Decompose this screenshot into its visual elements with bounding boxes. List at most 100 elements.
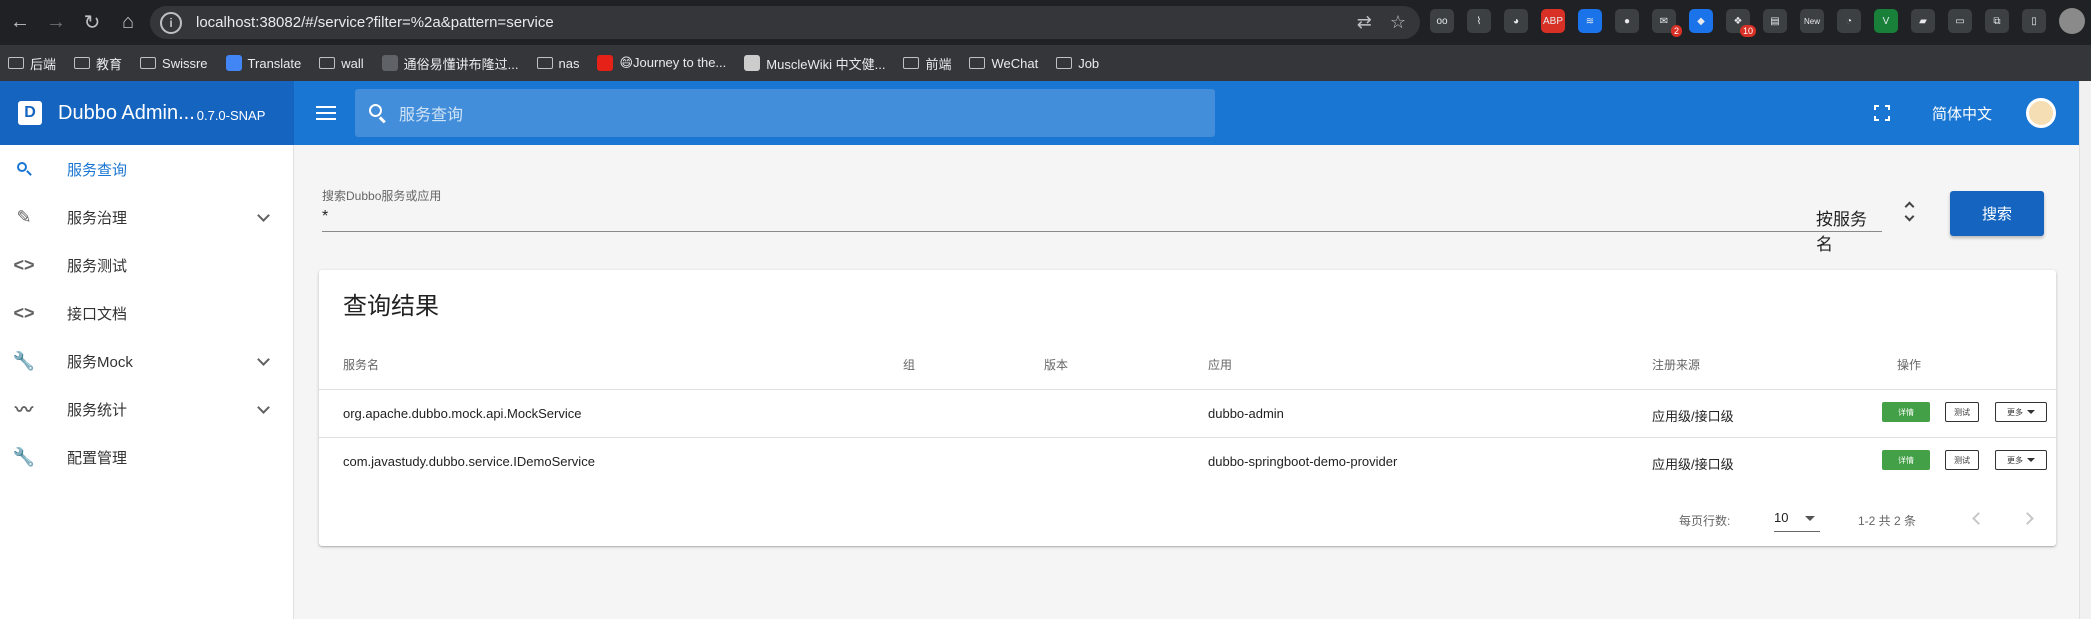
adblock-icon[interactable]: ABP	[1541, 9, 1565, 33]
chevron-down-icon	[257, 403, 269, 415]
header-search-input[interactable]: 服务查询	[355, 89, 1215, 137]
next-page-icon[interactable]	[2023, 512, 2035, 524]
cookie-icon[interactable]: ◔	[1837, 9, 1861, 33]
column-header-application[interactable]: 应用	[1208, 356, 1232, 373]
bookmark-star-icon[interactable]: ☆	[1390, 12, 1406, 33]
extension-icon[interactable]: ≋	[1578, 9, 1602, 33]
bookmark-link[interactable]: MuscleWiki 中文健...	[744, 54, 885, 73]
extension-icon[interactable]: ◆	[1689, 9, 1713, 33]
extensions-bar: oo ⌇ ◕ ABP ≋ ● ✉ 2 ◆ ❖ 10 ▤ New ◔ V ▰ ▭ ⧉ …	[1430, 8, 2091, 37]
rows-per-page-label: 每页行数:	[1679, 514, 1731, 528]
extension-icon[interactable]: ●	[1615, 9, 1639, 33]
column-header-group[interactable]: 组	[903, 356, 915, 373]
translate-favicon	[225, 55, 242, 71]
test-button[interactable]: 测试	[1945, 402, 1979, 422]
back-icon[interactable]: ←	[2, 5, 38, 41]
results-card: 查询结果 服务名 组 版本 应用 注册来源 操作 org.apache.dubb…	[319, 270, 2056, 546]
page-info: 1-2 共 2 条	[1858, 514, 1917, 528]
profile-avatar[interactable]	[2059, 8, 2085, 34]
column-header-registry-source[interactable]: 注册来源	[1652, 356, 1700, 373]
bookmark-link[interactable]: 😄Journey to the...	[597, 55, 726, 71]
column-header-service[interactable]: 服务名	[343, 356, 379, 373]
bookmark-link[interactable]: Translate	[225, 55, 301, 71]
search-field-label: 搜索Dubbo服务或应用	[322, 189, 442, 203]
detail-button[interactable]: 详情	[1882, 402, 1930, 422]
sidebar-item-service-search[interactable]: 服务查询	[0, 145, 294, 193]
cell-application: dubbo-admin	[1208, 406, 1284, 421]
menu-icon[interactable]	[316, 101, 336, 125]
search-field-value[interactable]: *	[322, 208, 1882, 230]
unfold-icon[interactable]	[1904, 201, 1916, 225]
bookmark-folder[interactable]: WeChat	[969, 56, 1038, 71]
translate-page-icon[interactable]: ⇄	[1357, 12, 1372, 33]
site-info-icon[interactable]: i	[160, 11, 182, 34]
sidebar-item-config-management[interactable]: 🔧 配置管理	[0, 433, 294, 481]
results-title: 查询结果	[343, 293, 439, 320]
sidebar-item-service-stats[interactable]: 〰 服务统计	[0, 385, 294, 433]
table-row: com.javastudy.dubbo.service.IDemoService…	[319, 437, 2056, 485]
previous-page-icon[interactable]	[1971, 512, 1983, 524]
search-button[interactable]: 搜索	[1950, 191, 2044, 236]
extension-icon[interactable]: oo	[1430, 9, 1454, 33]
extension-icon[interactable]: ▤	[1763, 9, 1787, 33]
column-header-version[interactable]: 版本	[1044, 356, 1068, 373]
folder-icon	[536, 57, 553, 69]
sidebar-item-service-mock[interactable]: 🔧 服务Mock	[0, 337, 294, 385]
sidebar-item-service-test[interactable]: <> 服务测试	[0, 241, 294, 289]
bookmark-folder[interactable]: Swissre	[140, 56, 208, 71]
bookmark-link[interactable]: 通俗易懂讲布隆过...	[381, 54, 519, 73]
search-field-underline	[322, 231, 1882, 232]
trending-icon: 〰	[15, 400, 33, 420]
language-switcher[interactable]: 简体中文	[1932, 103, 1992, 124]
home-icon[interactable]: ⌂	[110, 5, 146, 41]
folder-icon	[1056, 57, 1073, 69]
cell-service: org.apache.dubbo.mock.api.MockService	[343, 406, 582, 421]
sidebar-item-api-docs[interactable]: <> 接口文档	[0, 289, 294, 337]
bookmark-folder[interactable]: 后端	[8, 54, 56, 73]
test-button[interactable]: 测试	[1945, 450, 1979, 470]
extension-icon[interactable]: ⌇	[1467, 9, 1491, 33]
extension-icon[interactable]: ▭	[1948, 9, 1972, 33]
puzzle-icon[interactable]: ⧉	[1985, 9, 2009, 33]
bookmark-folder[interactable]: Job	[1056, 56, 1099, 71]
bookmark-folder[interactable]: 前端	[903, 54, 951, 73]
fullscreen-icon[interactable]	[1874, 105, 1890, 121]
dubbo-logo-icon: D	[18, 101, 42, 125]
mail-extension-icon[interactable]: ✉ 2	[1652, 9, 1682, 37]
code-icon: <>	[13, 302, 35, 323]
sidebar-item-service-governance[interactable]: ✎ 服务治理	[0, 193, 294, 241]
extension-icon[interactable]: ❖ 10	[1726, 9, 1756, 37]
cell-application: dubbo-springboot-demo-provider	[1208, 454, 1398, 469]
more-button[interactable]: 更多	[1995, 450, 2047, 470]
sidebar: 服务查询 ✎ 服务治理 <> 服务测试 <> 接口文档 🔧 服务Mock 〰 服…	[0, 145, 294, 619]
reload-icon[interactable]: ↻	[74, 5, 110, 41]
caret-down-icon	[2027, 410, 2035, 414]
folder-icon	[74, 57, 91, 69]
page-scrollbar[interactable]	[2079, 81, 2091, 619]
more-button[interactable]: 更多	[1995, 402, 2047, 422]
app-version: 0.7.0-SNAP	[196, 107, 266, 123]
vue-devtools-icon[interactable]: V	[1874, 9, 1898, 33]
extension-icon[interactable]: ◕	[1504, 9, 1528, 33]
new-extension-icon[interactable]: New	[1800, 9, 1824, 33]
address-url[interactable]: localhost:38082/#/service?filter=%2a&pat…	[196, 14, 554, 31]
sidebar-icon[interactable]: ▯	[2022, 9, 2046, 33]
table-footer: 每页行数: 10 1-2 共 2 条	[319, 496, 2056, 544]
search-mode-select[interactable]: 按服务名	[1816, 205, 1882, 255]
user-avatar[interactable]	[2026, 98, 2056, 128]
header-search-placeholder: 服务查询	[399, 107, 464, 124]
bookmark-folder[interactable]: wall	[319, 56, 364, 71]
app-brand: D Dubbo Admin... 0.7.0-SNAP	[0, 81, 294, 145]
chevron-down-icon	[257, 211, 269, 223]
extension-icon[interactable]: ▰	[1911, 9, 1935, 33]
bookmarks-bar: 后端 教育 Swissre Translate wall 通俗易懂讲布隆过...…	[0, 45, 2091, 81]
folder-icon	[319, 57, 336, 69]
address-bar[interactable]: i localhost:38082/#/service?filter=%2a&p…	[150, 6, 1420, 39]
bookmark-folder[interactable]: nas	[536, 56, 579, 71]
bookmark-folder[interactable]: 教育	[74, 54, 122, 73]
detail-button[interactable]: 详情	[1882, 450, 1930, 470]
code-icon: <>	[13, 254, 35, 275]
forward-icon[interactable]: →	[38, 5, 74, 41]
service-search-field[interactable]: 搜索Dubbo服务或应用 * 按服务名	[322, 187, 1915, 254]
rows-per-page-select[interactable]: 10	[1774, 504, 1820, 532]
